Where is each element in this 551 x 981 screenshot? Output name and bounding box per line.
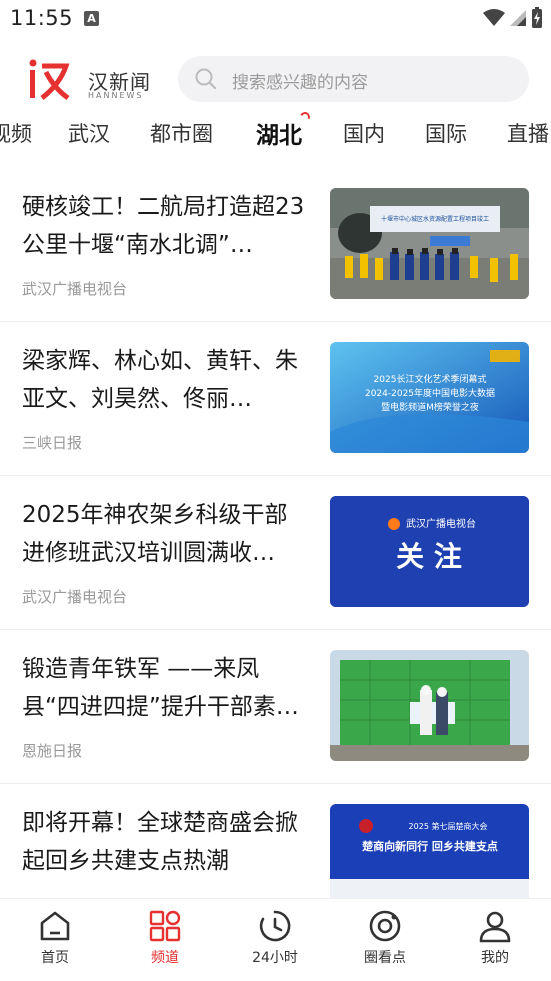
nav-24h[interactable]: 24小时 (235, 909, 315, 967)
profile-icon (479, 911, 511, 943)
tab-metro[interactable]: 都市圈 (150, 118, 213, 148)
news-thumbnail: 十堰市中心城区水资源配置工程项目竣工 (330, 188, 529, 299)
search-input[interactable]: 搜索感兴趣的内容 (178, 56, 529, 102)
han-logo-icon (29, 59, 70, 101)
news-item[interactable]: 2025年神农架乡科级干部进修班武汉培训圆满收… 武汉广播电视台 武汉广播电视台… (0, 476, 551, 630)
news-item[interactable]: 硬核竣工！二航局打造超23公里十堰“南水北调”… 武汉广播电视台 十堰市中心城区… (0, 168, 551, 322)
nav-channel-label: 频道 (151, 950, 179, 966)
svg-text:楚商向新同行 回乡共建支点: 楚商向新同行 回乡共建支点 (362, 839, 498, 853)
bottom-navigation: 首页 频道 24小时 圈看点 我的 (0, 898, 551, 981)
attention-banner-image: 武汉广播电视台 关 注 (330, 496, 529, 607)
thumb-attention-text: 关 注 (396, 540, 462, 573)
battery-icon (532, 7, 542, 28)
tab-hubei[interactable]: 湖北 (256, 110, 312, 150)
app-screen: 11:55 A 汉新闻 HANNEWS 搜索感兴趣的内容 视频 武汉 都市圈 湖… (0, 0, 551, 981)
status-icons (483, 7, 543, 29)
news-title: 硬核竣工！二航局打造超23公里十堰“南水北调”… (22, 194, 305, 258)
news-thumbnail: 武汉广播电视台 关 注 (330, 496, 529, 607)
news-item[interactable]: 即将开幕！全球楚商盛会掀起回乡共建支点热潮 2025 第七届楚商大会 楚商向新同… (0, 784, 551, 898)
clock-icon (259, 910, 291, 942)
news-title: 2025年神农架乡科级干部进修班武汉培训圆满收… (22, 502, 288, 566)
thumb-banner-text: 十堰市中心城区水资源配置工程项目竣工 (381, 215, 489, 223)
channel-grid-icon (149, 910, 181, 942)
film-event-poster-image: 2025长江文化艺术季闭幕式 2024-2025年度中国电影大数据 暨电影频道M… (330, 342, 529, 453)
channel-tabs: 视频 武汉 都市圈 湖北 国内 国际 直播 (0, 110, 551, 156)
logo-subtext: HANNEWS (88, 91, 144, 100)
circle-view-icon (369, 910, 401, 942)
news-source: 武汉广播电视台 (22, 588, 128, 606)
news-thumbnail (330, 650, 529, 761)
news-source: 武汉广播电视台 (22, 280, 128, 298)
construction-site-image (330, 650, 529, 761)
thumb-brand: 武汉广播电视台 (406, 517, 476, 530)
news-item[interactable]: 锻造青年铁军 ——来凤县“四进四提”提升干部素… 恩施日报 (0, 630, 551, 784)
active-tab-indicator (298, 110, 312, 124)
app-logo[interactable]: 汉新闻 HANNEWS (28, 56, 158, 102)
nav-channel[interactable]: 频道 (125, 909, 205, 967)
status-time: 11:55 (10, 6, 74, 30)
business-conference-poster-image: 2025 第七届楚商大会 楚商向新同行 回乡共建支点 (330, 804, 529, 898)
news-title: 锻造青年铁军 ——来凤县“四进四提”提升干部素… (22, 656, 299, 720)
notification-icon: A (84, 11, 99, 26)
tab-wuhan[interactable]: 武汉 (68, 118, 110, 148)
news-source: 恩施日报 (22, 742, 83, 760)
construction-ceremony-image: 十堰市中心城区水资源配置工程项目竣工 (330, 188, 529, 299)
wifi-icon (483, 9, 505, 26)
tab-live[interactable]: 直播 (507, 118, 549, 148)
tab-hubei-label: 湖北 (256, 123, 302, 149)
nav-profile[interactable]: 我的 (455, 909, 535, 967)
nav-circle-label: 圈看点 (364, 950, 406, 966)
news-title: 即将开幕！全球楚商盛会掀起回乡共建支点热潮 (22, 810, 298, 874)
tab-international[interactable]: 国际 (425, 118, 467, 148)
news-title: 梁家辉、林心如、黄轩、朱亚文、刘昊然、佟丽… (22, 348, 298, 412)
nav-profile-label: 我的 (481, 950, 509, 966)
status-bar: 11:55 A (0, 0, 551, 38)
news-item[interactable]: 梁家辉、林心如、黄轩、朱亚文、刘昊然、佟丽… 三峡日报 2025长江文化艺术季闭… (0, 322, 551, 476)
svg-text:2024-2025年度中国电影大数据: 2024-2025年度中国电影大数据 (365, 387, 495, 399)
tab-domestic[interactable]: 国内 (343, 118, 385, 148)
news-source: 三峡日报 (22, 434, 83, 452)
news-thumbnail: 2025 第七届楚商大会 楚商向新同行 回乡共建支点 (330, 804, 529, 898)
news-list: 硬核竣工！二航局打造超23公里十堰“南水北调”… 武汉广播电视台 十堰市中心城区… (0, 168, 551, 898)
nav-24h-label: 24小时 (252, 950, 298, 966)
home-icon (40, 911, 70, 941)
poster-text: 2025长江文化艺术季闭幕式 (374, 373, 487, 385)
nav-home-label: 首页 (41, 950, 69, 966)
search-icon (195, 68, 217, 90)
app-header: 汉新闻 HANNEWS 搜索感兴趣的内容 (0, 48, 551, 110)
news-thumbnail: 2025长江文化艺术季闭幕式 2024-2025年度中国电影大数据 暨电影频道M… (330, 342, 529, 453)
nav-home[interactable]: 首页 (15, 909, 95, 967)
svg-text:2025 第七届楚商大会: 2025 第七届楚商大会 (409, 821, 488, 831)
search-placeholder: 搜索感兴趣的内容 (232, 73, 368, 93)
svg-text:暨电影频道M榜荣誉之夜: 暨电影频道M榜荣誉之夜 (381, 401, 479, 413)
nav-circle[interactable]: 圈看点 (345, 909, 425, 967)
tab-video[interactable]: 视频 (0, 118, 32, 148)
signal-icon (510, 10, 526, 26)
